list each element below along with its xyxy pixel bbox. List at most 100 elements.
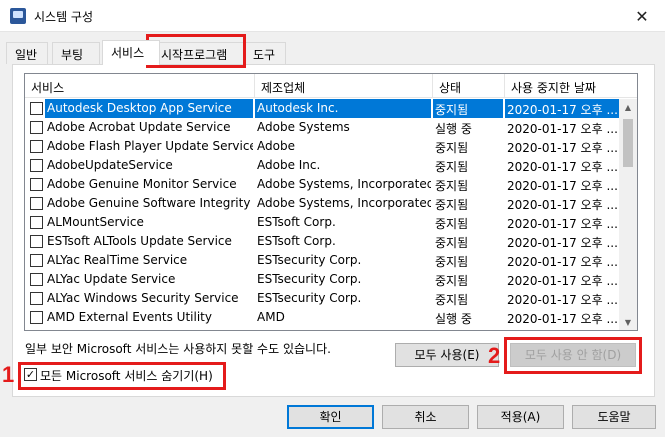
list-header: 서비스 제조업체 상태 사용 중지한 날짜 (25, 74, 637, 98)
service-disabled-date: 2020-01-17 오후 ... (505, 99, 619, 118)
service-checkbox[interactable] (30, 235, 43, 248)
tab-services[interactable]: 서비스 (102, 40, 160, 65)
service-checkbox[interactable] (30, 292, 43, 305)
annotation-box-hide-ms (18, 362, 226, 390)
ok-button[interactable]: 확인 (287, 405, 374, 429)
service-manufacturer: ESTsecurity Corp. (257, 272, 362, 286)
service-name: Adobe Acrobat Update Service (47, 120, 231, 134)
service-manufacturer: AMD (257, 310, 285, 324)
table-row[interactable]: Autodesk Desktop App Service Autodesk Inc… (25, 99, 619, 118)
service-status: 실행 중 (435, 122, 472, 136)
service-manufacturer: ESTsoft Corp. (257, 234, 336, 248)
column-service[interactable]: 서비스 (25, 74, 255, 98)
service-checkbox[interactable] (30, 121, 43, 134)
service-disabled-date: 2020-01-17 오후 ... (507, 141, 618, 155)
close-button[interactable]: ✕ (619, 0, 665, 32)
service-name: Adobe Genuine Monitor Service (47, 177, 237, 191)
service-status: 중지됨 (435, 217, 469, 231)
table-row[interactable]: Apple Mobile Device ServiceApple Inc.실행 … (25, 327, 619, 331)
service-name: ALMountService (47, 215, 144, 229)
apply-button[interactable]: 적용(A) (477, 405, 564, 429)
table-row[interactable]: Adobe Genuine Monitor Service Adobe Syste… (25, 175, 619, 194)
service-name: ESTsoft ALTools Update Service (47, 234, 232, 248)
scroll-up-arrow-icon[interactable]: ▲ (619, 99, 637, 116)
table-row[interactable]: Adobe Acrobat Update Service Adobe System… (25, 118, 619, 137)
service-manufacturer: Autodesk Inc. (255, 99, 431, 118)
table-row[interactable]: ALYac Windows Security Service ESTsecurit… (25, 289, 619, 308)
service-status: 실행 중 (435, 312, 472, 326)
system-config-icon (10, 8, 26, 24)
column-manufacturer[interactable]: 제조업체 (255, 74, 433, 98)
service-checkbox[interactable] (30, 197, 43, 210)
vertical-scrollbar[interactable]: ▲ ▼ (619, 99, 637, 330)
service-manufacturer: Adobe Systems (257, 120, 350, 134)
service-disabled-date: 2020-01-17 오후 ... (507, 217, 618, 231)
service-manufacturer: ESTsoft Corp. (257, 215, 336, 229)
annotation-number-2: 2 (488, 343, 501, 368)
service-checkbox[interactable] (30, 254, 43, 267)
annotation-number-1: 1 (2, 362, 15, 387)
services-list[interactable]: 서비스 제조업체 상태 사용 중지한 날짜 Autodesk Desktop A… (24, 73, 638, 331)
service-disabled-date: 2020-01-17 오후 ... (507, 255, 618, 269)
service-checkbox[interactable] (30, 159, 43, 172)
service-name: Autodesk Desktop App Service (45, 99, 253, 118)
service-manufacturer: Apple Inc. (255, 327, 431, 330)
window-title: 시스템 구성 (34, 10, 94, 24)
service-checkbox[interactable] (30, 102, 43, 115)
service-manufacturer: ESTsecurity Corp. (257, 253, 362, 267)
service-name: Adobe Genuine Software Integrity S... (47, 196, 253, 210)
service-disabled-date: 2020-01-17 오후 ... (507, 274, 618, 288)
tab-tools[interactable]: 도구 (244, 42, 286, 64)
service-name: Adobe Flash Player Update Service (47, 139, 253, 153)
service-name: AMD External Events Utility (47, 310, 212, 324)
service-status: 중지됨 (435, 179, 469, 193)
service-checkbox[interactable] (30, 273, 43, 286)
service-manufacturer: Adobe Systems, Incorporated (257, 177, 431, 191)
service-status: 중지됨 (435, 141, 469, 155)
service-disabled-date: 2020-01-17 오후 ... (507, 312, 618, 326)
table-row[interactable]: ESTsoft ALTools Update Service ESTsoft Co… (25, 232, 619, 251)
service-disabled-date: 2020-01-17 오후 ... (507, 179, 618, 193)
service-checkbox[interactable] (30, 178, 43, 191)
service-name: ALYac RealTime Service (47, 253, 188, 267)
service-disabled-date: 2020-01-17 오후 ... (505, 327, 619, 330)
service-status: 중지됨 (435, 198, 469, 212)
table-row[interactable]: ALYac RealTime Service ESTsecurity Corp. 중… (25, 251, 619, 270)
scroll-down-arrow-icon[interactable]: ▼ (619, 314, 637, 330)
service-name: ALYac Update Service (47, 272, 176, 286)
help-button[interactable]: 도움말 (572, 405, 656, 429)
column-disabled-date[interactable]: 사용 중지한 날짜 (505, 74, 637, 98)
service-status: 실행 중 (433, 327, 503, 330)
security-note: 일부 보안 Microsoft 서비스는 사용하지 못할 수도 있습니다. (25, 342, 331, 356)
service-manufacturer: ESTsecurity Corp. (257, 291, 362, 305)
service-disabled-date: 2020-01-17 오후 ... (507, 122, 618, 136)
service-status: 중지됨 (435, 236, 469, 250)
table-row[interactable]: Adobe Flash Player Update Service Adobe 중지… (25, 137, 619, 156)
service-checkbox[interactable] (30, 140, 43, 153)
service-name: Apple Mobile Device Service (45, 327, 253, 330)
table-row[interactable]: AMD External Events Utility AMD 실행 중 2020-0… (25, 308, 619, 327)
service-checkbox[interactable] (30, 330, 43, 331)
service-checkbox[interactable] (30, 311, 43, 324)
service-name: ALYac Windows Security Service (47, 291, 239, 305)
table-row[interactable]: ALMountService ESTsoft Corp. 중지됨 2020-01-17… (25, 213, 619, 232)
table-row[interactable]: Adobe Genuine Software Integrity S... Ado… (25, 194, 619, 213)
service-manufacturer: Adobe Inc. (257, 158, 321, 172)
cancel-button[interactable]: 취소 (382, 405, 469, 429)
service-disabled-date: 2020-01-17 오후 ... (507, 160, 618, 174)
annotation-box-disable-all (504, 337, 642, 374)
tab-general[interactable]: 일반 (6, 42, 48, 64)
list-body: Autodesk Desktop App Service Autodesk Inc… (25, 99, 619, 331)
title-bar: 시스템 구성 ✕ (0, 0, 665, 32)
table-row[interactable]: AdobeUpdateService Adobe Inc. 중지됨 2020-01-1… (25, 156, 619, 175)
service-checkbox[interactable] (30, 216, 43, 229)
service-disabled-date: 2020-01-17 오후 ... (507, 293, 618, 307)
column-status[interactable]: 상태 (433, 74, 505, 98)
service-disabled-date: 2020-01-17 오후 ... (507, 236, 618, 250)
table-row[interactable]: ALYac Update Service ESTsecurity Corp. 중지됨… (25, 270, 619, 289)
service-manufacturer: Adobe Systems, Incorporated (257, 196, 431, 210)
enable-all-button[interactable]: 모두 사용(E) (395, 343, 499, 367)
service-status: 중지됨 (435, 274, 469, 288)
scroll-thumb[interactable] (623, 119, 633, 167)
tab-boot[interactable]: 부팅 (52, 42, 100, 64)
